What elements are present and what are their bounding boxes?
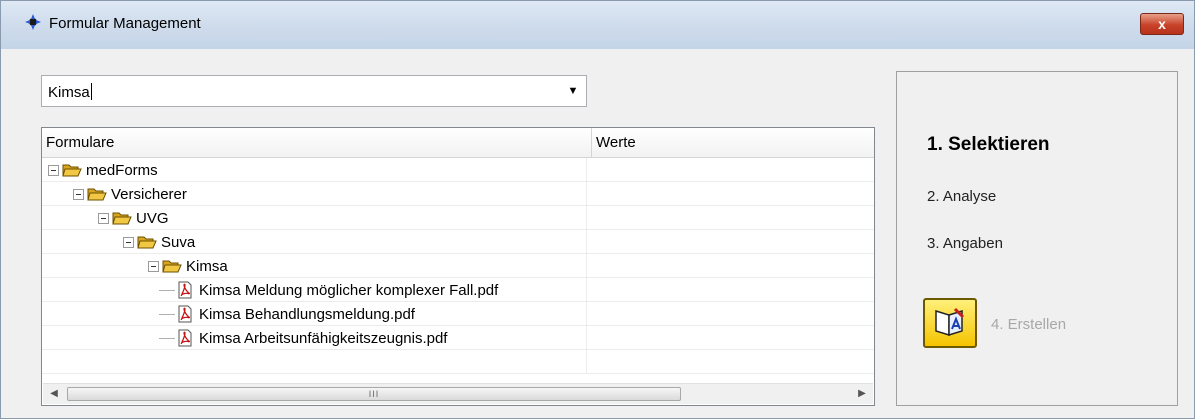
formular-management-window: Formular Management x Kimsa ▼ Formulare …	[0, 0, 1195, 419]
step-selektieren: 1. Selektieren	[927, 134, 1050, 155]
tree-node-label: Kimsa	[186, 257, 228, 275]
tree-branch-line	[159, 290, 175, 291]
app-icon	[25, 14, 41, 30]
collapse-toggle-icon[interactable]	[73, 188, 84, 200]
step-erstellen: 4. Erstellen	[991, 316, 1067, 333]
tree-node[interactable]: Kimsa Arbeitsunfähigkeitszeugnis.pdf	[177, 328, 447, 348]
create-form-button[interactable]	[923, 298, 977, 348]
tree-node[interactable]: medForms	[48, 160, 158, 180]
tree-row[interactable]: Kimsa	[42, 254, 874, 278]
window-title: Formular Management	[49, 15, 201, 32]
dropdown-arrow-icon[interactable]: ▼	[562, 78, 584, 104]
close-button[interactable]: x	[1140, 13, 1184, 35]
folder-open-icon	[162, 260, 182, 273]
collapse-toggle-icon[interactable]	[148, 260, 159, 272]
tree-node[interactable]: Suva	[123, 232, 195, 252]
tree-node[interactable]: Kimsa	[148, 256, 228, 276]
form-create-icon	[935, 307, 965, 337]
column-separator	[586, 350, 587, 374]
tree-row[interactable]: Suva	[42, 230, 874, 254]
tree-row[interactable]: Kimsa Meldung möglicher komplexer Fall.p…	[42, 278, 874, 302]
step-analyse: 2. Analyse	[927, 188, 997, 205]
pdf-icon	[178, 281, 192, 299]
tree-header: Formulare Werte	[42, 128, 874, 158]
tree-node-label: Kimsa Arbeitsunfähigkeitszeugnis.pdf	[199, 329, 448, 347]
tree-node-label: Versicherer	[111, 185, 187, 203]
text-caret	[90, 83, 92, 100]
collapse-toggle-icon[interactable]	[123, 236, 134, 248]
tree-rows: medForms Versicherer UVG Suva Kimsa Kimsa Mel…	[42, 158, 874, 374]
tree-row[interactable]: UVG	[42, 206, 874, 230]
scroll-right-icon[interactable]: ▶	[853, 384, 871, 404]
step-angaben: 3. Angaben	[927, 235, 1003, 252]
column-separator	[586, 230, 587, 254]
tree-row[interactable]: medForms	[42, 158, 874, 182]
folder-open-icon	[112, 212, 132, 225]
forms-tree-view[interactable]: Formulare Werte medForms Versicherer UVG Su…	[41, 127, 875, 406]
folder-open-icon	[62, 164, 82, 177]
tree-node-label: medForms	[86, 161, 158, 179]
collapse-toggle-icon[interactable]	[98, 212, 109, 224]
tree-node[interactable]: UVG	[98, 208, 169, 228]
tree-row[interactable]: Versicherer	[42, 182, 874, 206]
column-separator	[586, 254, 587, 278]
horizontal-scrollbar[interactable]: ◀ III ▶	[43, 383, 873, 404]
collapse-toggle-icon[interactable]	[48, 164, 59, 176]
tree-branch-line	[159, 314, 175, 315]
folder-open-icon	[137, 236, 157, 249]
tree-row[interactable]: Kimsa Arbeitsunfähigkeitszeugnis.pdf	[42, 326, 874, 350]
tree-node[interactable]: Kimsa Meldung möglicher komplexer Fall.p…	[177, 280, 498, 300]
scroll-left-icon[interactable]: ◀	[45, 384, 63, 404]
column-separator	[586, 302, 587, 326]
folder-open-icon	[87, 188, 107, 201]
tree-node-label: UVG	[136, 209, 169, 227]
column-separator	[586, 206, 587, 230]
tree-node-label: Kimsa Meldung möglicher komplexer Fall.p…	[199, 281, 499, 299]
column-separator	[586, 326, 587, 350]
wizard-steps-panel: 1. Selektieren 2. Analyse 3. Angaben 4. …	[896, 71, 1178, 406]
column-separator	[586, 182, 587, 206]
tree-node[interactable]: Versicherer	[73, 184, 187, 204]
column-header-werte[interactable]: Werte	[592, 128, 846, 157]
pdf-icon	[178, 305, 192, 323]
tree-node-label: Kimsa Behandlungsmeldung.pdf	[199, 305, 415, 323]
column-separator	[586, 278, 587, 302]
title-bar[interactable]: Formular Management x	[1, 1, 1194, 49]
tree-row[interactable]: Kimsa Behandlungsmeldung.pdf	[42, 302, 874, 326]
column-header-formulare[interactable]: Formulare	[42, 128, 592, 157]
tree-branch-line	[159, 338, 175, 339]
form-search-combobox[interactable]: Kimsa ▼	[41, 75, 587, 107]
close-icon: x	[1158, 16, 1166, 32]
tree-node-label: Suva	[161, 233, 196, 251]
tree-row-empty	[42, 350, 874, 374]
search-input-value[interactable]: Kimsa	[48, 83, 92, 101]
scroll-thumb[interactable]: III	[67, 387, 681, 401]
tree-node[interactable]: Kimsa Behandlungsmeldung.pdf	[177, 304, 415, 324]
pdf-icon	[178, 329, 192, 347]
column-separator	[586, 158, 587, 182]
